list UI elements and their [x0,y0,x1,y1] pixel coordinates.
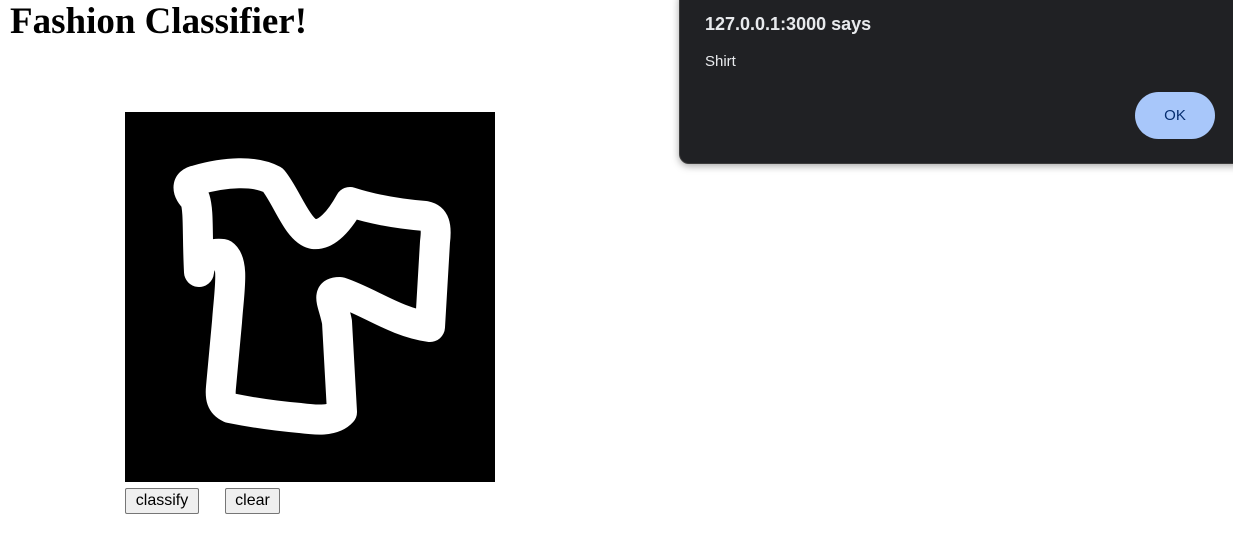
drawn-shirt-sketch [173,158,451,435]
alert-origin: 127.0.0.1:3000 says [705,14,872,34]
classify-button[interactable]: classify [125,488,199,514]
alert-message: Shirt [705,53,736,70]
page-title: Fashion Classifier! [10,1,308,42]
alert-ok-button[interactable]: OK [1135,92,1215,139]
drawing-canvas[interactable] [125,112,495,482]
alert-dialog: 127.0.0.1:3000 says Shirt OK [679,0,1233,164]
clear-button[interactable]: clear [225,488,280,514]
